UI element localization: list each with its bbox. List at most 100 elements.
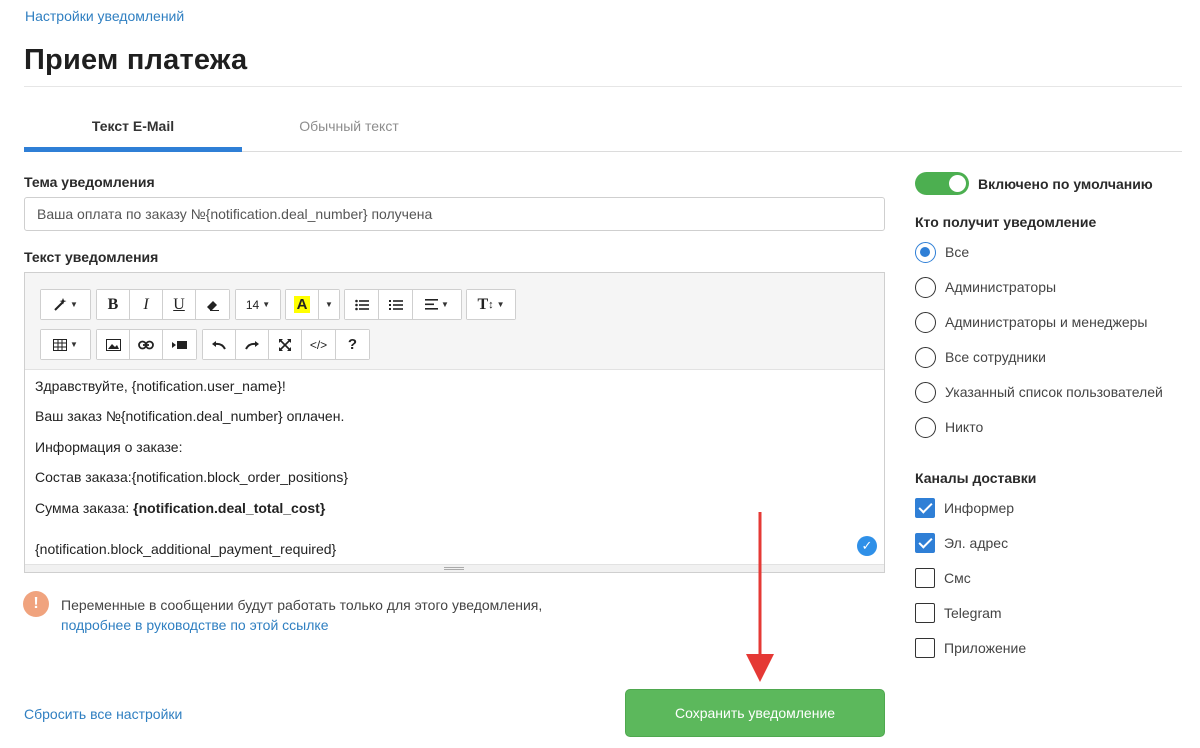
guide-link[interactable]: подробнее в руководстве по этой ссылке xyxy=(61,617,328,633)
warning-icon: ! xyxy=(23,591,49,617)
recipients-title: Кто получит уведомление xyxy=(915,214,1097,230)
align-left-icon xyxy=(425,299,439,310)
eraser-icon xyxy=(206,300,219,311)
font-size-value: 14 xyxy=(245,297,260,312)
radio[interactable] xyxy=(915,346,936,368)
link-icon xyxy=(138,340,154,349)
history-group: </> ? xyxy=(202,329,370,360)
recipient-option-admins-managers[interactable]: Администраторы и менеджеры xyxy=(915,311,1147,333)
total-variable: {notification.deal_total_cost} xyxy=(133,500,326,516)
page-title: Прием платежа xyxy=(24,44,248,76)
subject-input[interactable] xyxy=(24,197,885,231)
editor-line-additional: {notification.block_additional_payment_r… xyxy=(35,541,337,557)
code-icon: </> xyxy=(309,337,328,352)
chevron-down-icon: ▼ xyxy=(70,340,78,349)
tab-email-text[interactable]: Текст E-Mail xyxy=(24,104,242,152)
redo-icon xyxy=(245,340,259,349)
annotation-arrow xyxy=(746,512,774,682)
recipient-option-nobody[interactable]: Никто xyxy=(915,416,983,438)
text-style-dropdown[interactable]: T ↕ ▼ xyxy=(467,290,515,319)
editor-line-total: Сумма заказа: {notification.deal_total_c… xyxy=(35,500,325,516)
eraser-button[interactable] xyxy=(196,290,229,319)
tab-bar: Текст E-Mail Обычный текст xyxy=(24,104,1182,152)
chevron-down-icon: ▼ xyxy=(441,300,449,309)
code-view-button[interactable]: </> xyxy=(302,330,336,359)
option-label: Telegram xyxy=(944,605,1002,621)
recipient-option-admins[interactable]: Администраторы xyxy=(915,276,1056,298)
option-label: Смс xyxy=(944,570,971,586)
italic-button[interactable]: I xyxy=(130,290,163,319)
option-label: Указанный список пользователей xyxy=(945,384,1163,400)
channel-option-telegram[interactable]: Telegram xyxy=(915,602,1002,624)
magic-wand-dropdown[interactable]: ▼ xyxy=(41,290,90,319)
channel-option-sms[interactable]: Смс xyxy=(915,567,971,589)
text-style-icon: T xyxy=(477,295,489,313)
insert-link-button[interactable] xyxy=(130,330,163,359)
checkbox[interactable] xyxy=(915,638,935,658)
format-group: B I U xyxy=(96,289,230,320)
chevron-down-icon: ▼ xyxy=(70,300,78,309)
font-size-dropdown[interactable]: 14 ▼ xyxy=(236,290,280,319)
highlight-icon: A xyxy=(293,296,311,313)
recipient-option-user-list[interactable]: Указанный список пользователей xyxy=(915,381,1163,403)
font-size-group: 14 ▼ xyxy=(235,289,281,320)
highlight-button[interactable]: A xyxy=(286,290,319,319)
radio[interactable] xyxy=(915,311,936,333)
total-prefix: Сумма заказа: xyxy=(35,500,134,516)
channel-option-email[interactable]: Эл. адрес xyxy=(915,532,1008,554)
redo-button[interactable] xyxy=(236,330,269,359)
color-dropdown[interactable]: ▼ xyxy=(319,290,339,319)
underline-button[interactable]: U xyxy=(163,290,196,319)
option-label: Информер xyxy=(944,500,1015,516)
table-group: ▼ xyxy=(40,329,91,360)
reset-settings-link[interactable]: Сбросить все настройки xyxy=(24,706,182,722)
help-icon: ? xyxy=(347,336,358,353)
chevron-down-icon: ▼ xyxy=(262,300,271,309)
checkbox-checked[interactable] xyxy=(915,533,935,553)
text-style-group: T ↕ ▼ xyxy=(466,289,516,320)
fullscreen-icon xyxy=(279,338,291,351)
bold-button[interactable]: B xyxy=(97,290,130,319)
chevron-down-icon: ▼ xyxy=(325,300,333,309)
insert-group xyxy=(96,329,197,360)
numbered-list-button[interactable] xyxy=(379,290,413,319)
magic-wand-icon xyxy=(54,297,67,311)
editor-line-positions: Состав заказа:{notification.block_order_… xyxy=(35,469,348,485)
check-circle-icon: ✓ xyxy=(857,536,877,556)
option-label: Все сотрудники xyxy=(945,349,1046,365)
fullscreen-button[interactable] xyxy=(269,330,302,359)
channel-option-informer[interactable]: Информер xyxy=(915,497,1014,519)
recipient-option-all[interactable]: Все xyxy=(915,241,969,263)
checkbox-checked[interactable] xyxy=(915,498,935,518)
table-dropdown[interactable]: ▼ xyxy=(41,330,90,359)
radio[interactable] xyxy=(915,416,936,438)
recipient-option-all-staff[interactable]: Все сотрудники xyxy=(915,346,1046,368)
tab-plain-text[interactable]: Обычный текст xyxy=(242,104,456,152)
option-label: Никто xyxy=(945,419,984,435)
bullet-list-button[interactable] xyxy=(345,290,379,319)
option-label: Все xyxy=(945,244,970,260)
radio[interactable] xyxy=(915,276,936,298)
breadcrumb-link[interactable]: Настройки уведомлений xyxy=(25,8,184,24)
subject-label: Тема уведомления xyxy=(24,174,155,190)
color-group: A ▼ xyxy=(285,289,340,320)
undo-button[interactable] xyxy=(203,330,236,359)
bullet-list-icon xyxy=(354,299,369,310)
align-dropdown[interactable]: ▼ xyxy=(413,290,461,319)
default-enabled-toggle[interactable] xyxy=(915,172,969,195)
insert-image-button[interactable] xyxy=(97,330,130,359)
checkbox[interactable] xyxy=(915,603,935,623)
radio[interactable] xyxy=(915,381,936,403)
undo-icon xyxy=(212,340,226,349)
insert-video-button[interactable] xyxy=(163,330,196,359)
toggle-knob xyxy=(949,175,966,192)
radio-checked[interactable] xyxy=(915,241,936,263)
channel-option-app[interactable]: Приложение xyxy=(915,637,1026,659)
notice-text: Переменные в сообщении будут работать то… xyxy=(61,597,543,613)
magic-group: ▼ xyxy=(40,289,91,320)
save-notification-button[interactable]: Сохранить уведомление xyxy=(625,689,885,737)
option-label: Администраторы и менеджеры xyxy=(945,314,1148,330)
help-button[interactable]: ? xyxy=(336,330,369,359)
list-group: ▼ xyxy=(344,289,462,320)
checkbox[interactable] xyxy=(915,568,935,588)
